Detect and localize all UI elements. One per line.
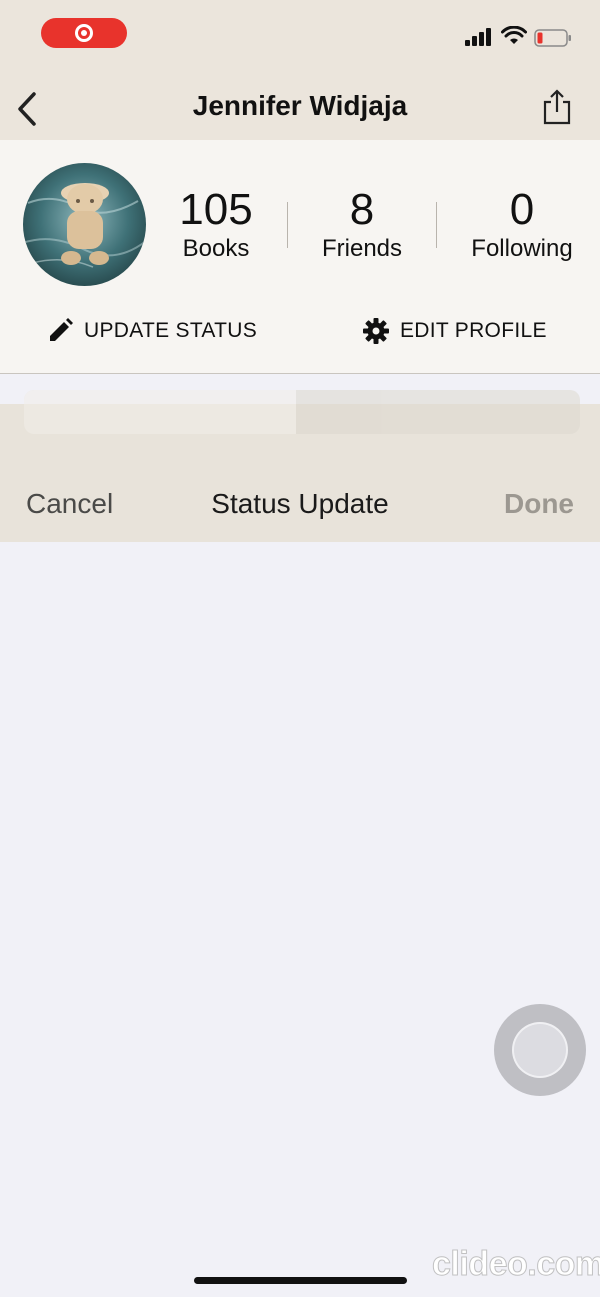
assistive-touch-inner (512, 1022, 568, 1078)
profile-header: 105 Books 8 Friends 0 Following UPDATE S… (0, 140, 600, 374)
done-button[interactable]: Done (504, 488, 574, 520)
screen-recording-indicator[interactable] (41, 18, 127, 48)
stat-divider (436, 202, 437, 248)
edit-profile-button[interactable]: EDIT PROFILE (362, 316, 547, 346)
page-title: Jennifer Widjaja (192, 90, 408, 121)
segmented-control-selected (24, 390, 296, 434)
friends-label: Friends (321, 235, 403, 262)
status-bar (0, 0, 600, 80)
update-status-label: UPDATE STATUS (84, 319, 258, 342)
stat-friends[interactable]: 8 Friends (287, 186, 437, 264)
stat-books[interactable]: 105 Books (141, 186, 291, 264)
books-count: 105 (179, 185, 253, 234)
wifi-icon (501, 26, 527, 44)
edit-profile-label: EDIT PROFILE (400, 319, 547, 342)
avatar[interactable] (23, 163, 146, 286)
friends-count: 8 (349, 185, 375, 234)
status-update-text-area[interactable] (0, 542, 600, 1297)
cancel-button[interactable]: Cancel (26, 488, 113, 520)
nav-bar: Jennifer Widjaja (0, 80, 600, 140)
stat-following[interactable]: 0 Following (447, 186, 597, 264)
share-icon[interactable] (540, 88, 574, 126)
home-indicator[interactable] (194, 1277, 407, 1284)
watermark: clideo.com (432, 1245, 600, 1284)
signal-icon (465, 28, 491, 46)
battery-icon (534, 29, 571, 47)
assistive-touch-button[interactable] (494, 1004, 586, 1096)
status-update-sheet-header: Status Update Cancel Done (0, 390, 600, 542)
following-label: Following (471, 235, 573, 262)
update-status-button[interactable]: UPDATE STATUS (46, 316, 257, 346)
record-icon (75, 24, 93, 42)
segmented-control-ghost (24, 390, 580, 434)
following-count: 0 (509, 185, 535, 234)
gear-icon (363, 318, 389, 344)
books-label: Books (182, 235, 250, 262)
pencil-icon (50, 318, 73, 341)
